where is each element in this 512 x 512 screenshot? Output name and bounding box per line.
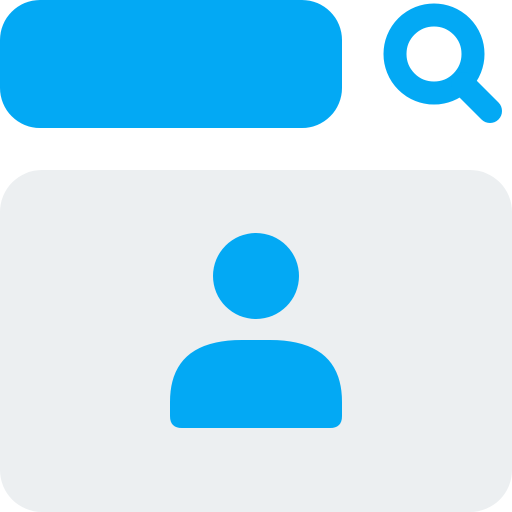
search-icon	[383, 3, 502, 123]
search-bar[interactable]	[0, 0, 342, 128]
web-profile-search-illustration	[0, 0, 512, 512]
profile-card	[0, 170, 512, 512]
search-button[interactable]	[380, 2, 512, 132]
user-avatar	[170, 232, 342, 428]
user-icon	[170, 233, 342, 428]
